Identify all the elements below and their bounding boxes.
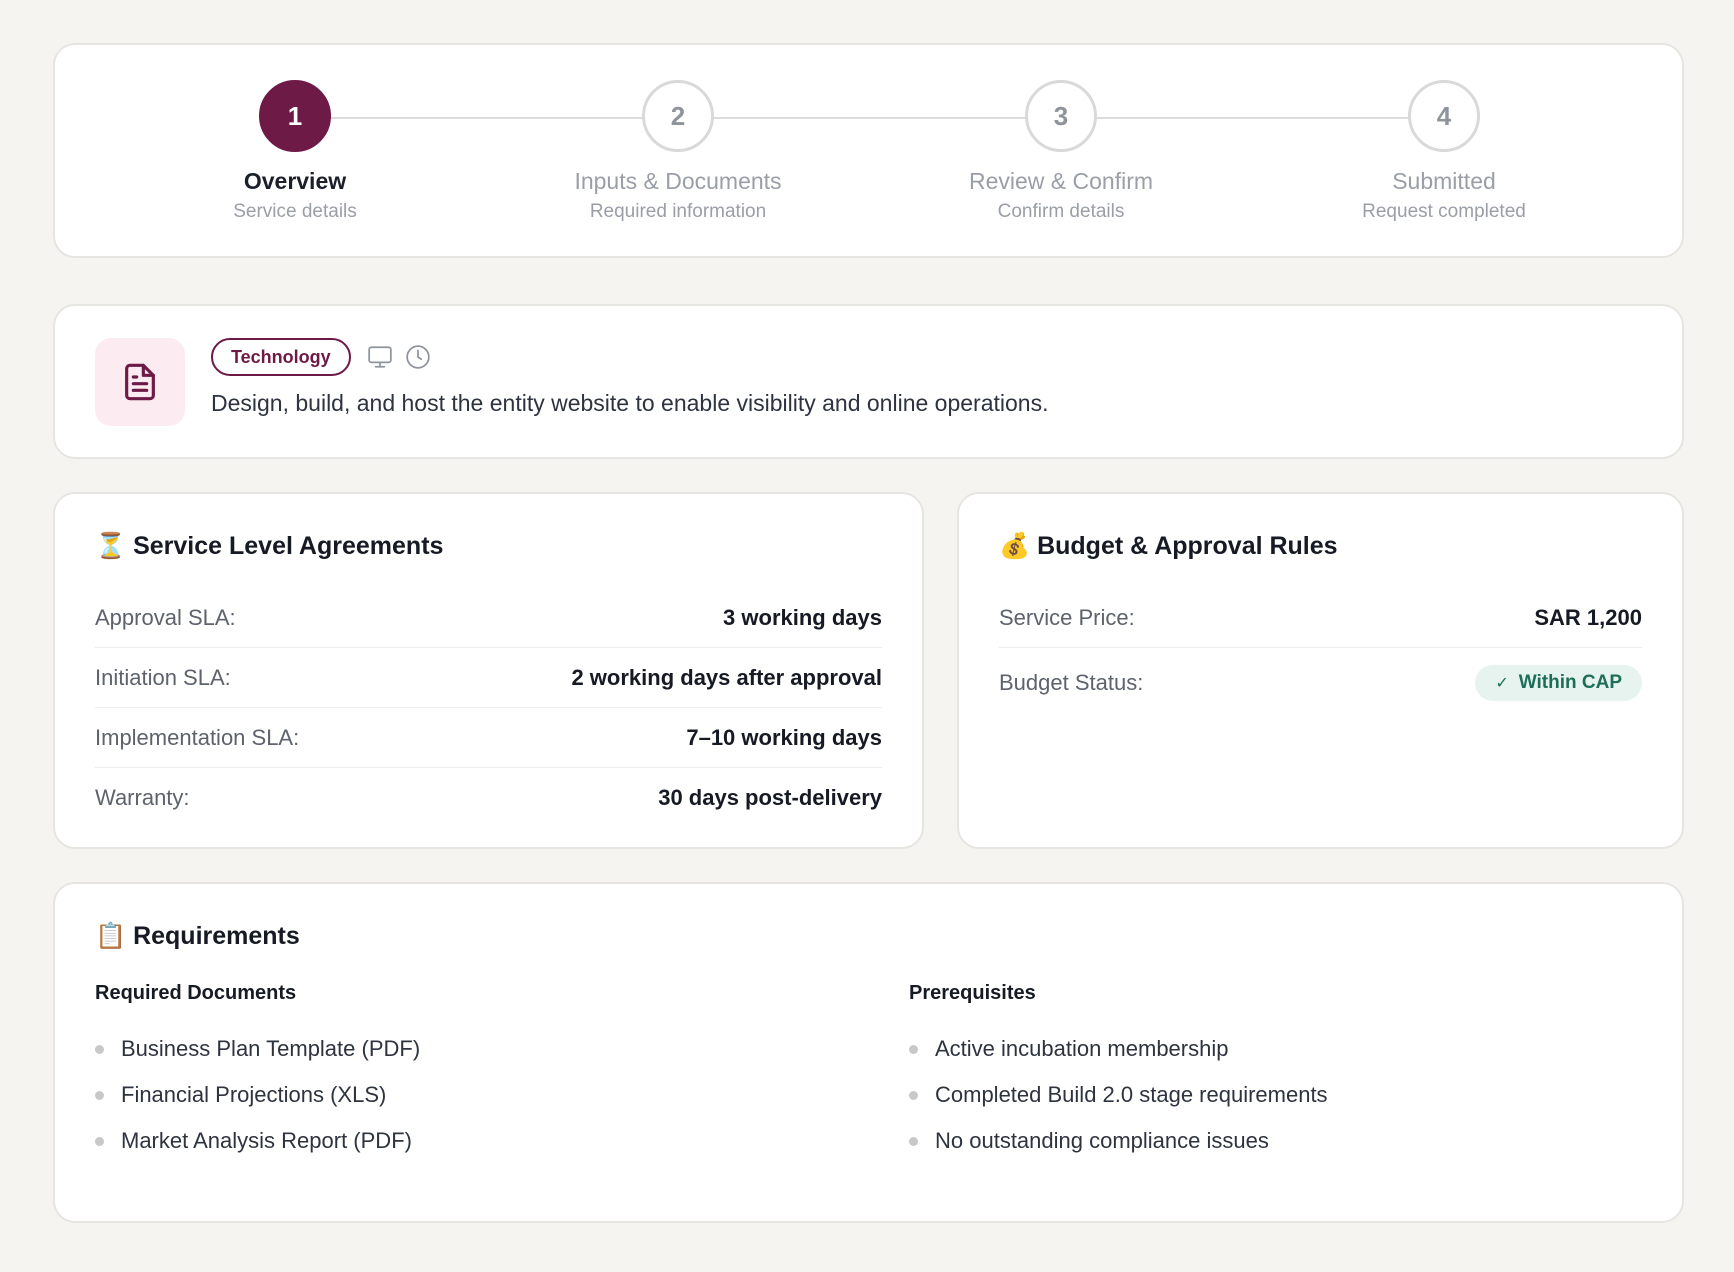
- step-number-badge: 2: [642, 80, 714, 152]
- required-documents-list: Business Plan Template (PDF) Financial P…: [95, 1026, 420, 1164]
- monitor-icon: [368, 346, 392, 368]
- document-icon: [125, 363, 155, 401]
- bullet-icon: [909, 1044, 918, 1054]
- check-icon: ✓: [1495, 675, 1509, 692]
- sla-row-implementation: Implementation SLA: 7–10 working days: [95, 708, 882, 768]
- requirements-card: 📋 Requirements Required Documents Busine…: [53, 882, 1684, 1223]
- bullet-icon: [95, 1136, 104, 1146]
- list-item-text: Business Plan Template (PDF): [121, 1036, 421, 1061]
- service-description: Design, build, and host the entity websi…: [211, 390, 1049, 416]
- sla-value: 30 days post-delivery: [658, 785, 882, 810]
- list-item-text: No outstanding compliance issues: [935, 1128, 1269, 1153]
- prerequisites-list: Active incubation membership Completed B…: [909, 1026, 1328, 1164]
- sla-label: Initiation SLA:: [95, 664, 231, 690]
- step-number-badge: 1: [259, 80, 331, 152]
- progress-stepper: 1 Overview Service details 2 Inputs & Do…: [53, 43, 1684, 258]
- list-item-text: Market Analysis Report (PDF): [121, 1128, 412, 1153]
- service-icon-tile: [95, 338, 185, 426]
- step-overview[interactable]: 1 Overview Service details: [135, 45, 455, 223]
- prerequisites-heading: Prerequisites: [909, 982, 1036, 1004]
- sla-value: 7–10 working days: [686, 724, 882, 750]
- step-inputs-documents[interactable]: 2 Inputs & Documents Required informatio…: [518, 45, 838, 223]
- step-submitted[interactable]: 4 Submitted Request completed: [1284, 45, 1604, 223]
- step-subtitle: Confirm details: [997, 201, 1125, 222]
- budget-card: 💰 Budget & Approval Rules Service Price:…: [957, 492, 1684, 849]
- sla-value: 2 working days after approval: [571, 664, 882, 690]
- list-item: Active incubation membership: [909, 1026, 1328, 1072]
- list-item: Financial Projections (XLS): [95, 1072, 420, 1118]
- category-tag[interactable]: Technology: [211, 338, 351, 376]
- service-summary-card: Technology Design, build, and host the e…: [53, 304, 1684, 459]
- sla-value: 3 working days: [723, 604, 882, 630]
- sla-row-initiation: Initiation SLA: 2 working days after app…: [95, 648, 882, 708]
- step-review-confirm[interactable]: 3 Review & Confirm Confirm details: [901, 45, 1221, 223]
- sla-row-approval: Approval SLA: 3 working days: [95, 588, 882, 648]
- sla-label: Implementation SLA:: [95, 724, 300, 750]
- list-item: Completed Build 2.0 stage requirements: [909, 1072, 1328, 1118]
- budget-title: 💰 Budget & Approval Rules: [999, 532, 1338, 560]
- step-title: Overview: [243, 168, 347, 194]
- sla-card: ⏳ Service Level Agreements Approval SLA:…: [53, 492, 924, 849]
- step-title: Submitted: [1392, 168, 1496, 194]
- list-item: Business Plan Template (PDF): [95, 1026, 420, 1072]
- status-badge: ✓ Within CAP: [1475, 665, 1642, 701]
- list-item-text: Active incubation membership: [935, 1036, 1229, 1061]
- requirements-title: 📋 Requirements: [95, 922, 300, 950]
- list-item: No outstanding compliance issues: [909, 1118, 1328, 1164]
- bullet-icon: [95, 1044, 104, 1054]
- bullet-icon: [909, 1136, 918, 1146]
- step-subtitle: Request completed: [1362, 201, 1526, 222]
- step-subtitle: Service details: [233, 201, 357, 222]
- list-item-text: Financial Projections (XLS): [121, 1082, 387, 1107]
- step-number-badge: 3: [1025, 80, 1097, 152]
- list-item: Market Analysis Report (PDF): [95, 1118, 420, 1164]
- sla-title: ⏳ Service Level Agreements: [95, 532, 444, 560]
- step-subtitle: Required information: [589, 201, 767, 222]
- sla-label: Warranty:: [95, 785, 190, 810]
- step-number-badge: 4: [1408, 80, 1480, 152]
- bullet-icon: [909, 1090, 918, 1100]
- sla-row-warranty: Warranty: 30 days post-delivery: [95, 768, 882, 828]
- step-title: Inputs & Documents: [574, 168, 782, 194]
- budget-row-price: Service Price: SAR 1,200: [999, 588, 1642, 648]
- sla-label: Approval SLA:: [95, 604, 236, 630]
- budget-row-status: Budget Status: ✓ Within CAP: [999, 648, 1642, 718]
- status-badge-text: Within CAP: [1518, 672, 1622, 693]
- price-value: SAR 1,200: [1534, 604, 1642, 630]
- step-title: Review & Confirm: [968, 168, 1154, 194]
- required-documents-heading: Required Documents: [95, 982, 297, 1004]
- bullet-icon: [95, 1090, 104, 1100]
- price-label: Service Price:: [999, 604, 1135, 630]
- status-label: Budget Status:: [999, 670, 1144, 695]
- list-item-text: Completed Build 2.0 stage requirements: [935, 1082, 1328, 1107]
- clock-icon: [406, 345, 430, 369]
